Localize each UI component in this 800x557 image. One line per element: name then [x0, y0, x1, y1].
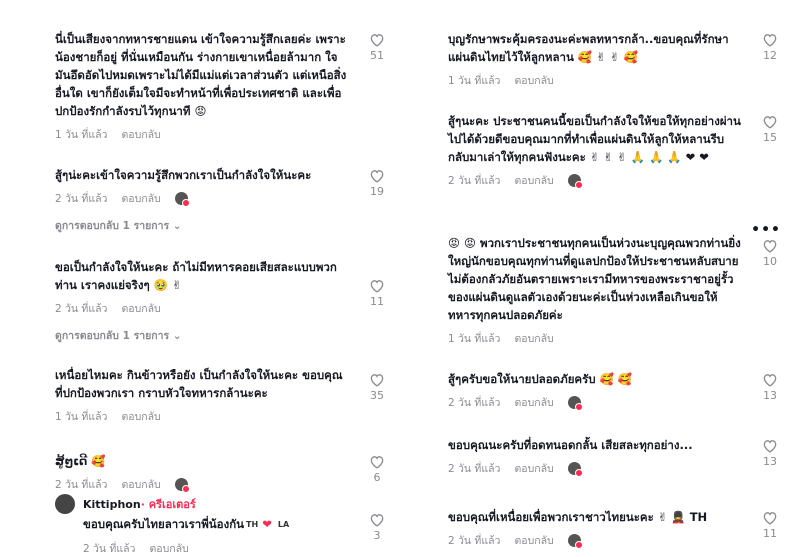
comment-item: ขอบคุณนะครับที่อดทนอดกลั้น เสียสละทุกอย่…: [448, 436, 793, 477]
heart-outline-icon: [763, 240, 777, 253]
comment-text: บุญรักษาพระคุ้มครองนะค่ะพลทหารกล้า..ขอบค…: [448, 32, 729, 64]
comment-item: เหนื่อยไหมคะ กินข้าวหรือยัง เป็นกำลังใจใ…: [55, 366, 400, 425]
reply-button[interactable]: ตอบกลับ: [121, 408, 160, 425]
comment-time: 1 วัน ที่แล้ว: [55, 411, 108, 423]
flag-la: LA: [277, 520, 290, 529]
comment-text: ขอบคุณที่เหนื่อยเพื่อพวกเราชาวไทยนะคะ ✌ …: [448, 510, 708, 524]
comment-text: สู้ๆน่ะคะเข้าใจความรู้สึกพวกเราเป็นกำลัง…: [55, 168, 312, 182]
flag-th: TH: [246, 520, 259, 529]
creator-liked-avatar: [174, 478, 190, 493]
comment-time: 2 วัน ที่แล้ว: [448, 175, 501, 187]
like-button[interactable]: 19: [364, 168, 390, 198]
like-count: 13: [763, 455, 777, 468]
heart-outline-icon: [370, 514, 384, 527]
like-button[interactable]: 11: [364, 278, 390, 308]
like-button[interactable]: 35: [364, 372, 390, 402]
comment-item: ขอบคุณที่เหนื่อยเพื่อพวกเราชาวไทยนะคะ ✌ …: [448, 508, 793, 549]
view-replies-button[interactable]: ดูการตอบกลับ 1 รายการ ⌄: [55, 327, 350, 344]
like-count: 6: [373, 471, 381, 484]
like-count: 12: [763, 49, 777, 62]
comment-text: ขอเป็นกำลังใจให้นะคะ ถ้าไม่มีทหารคอยเสีย…: [55, 260, 337, 292]
comment-item: สู้ๆครับขอให้นายปลอดภัยครับ 🥰 🥰 2 วัน ที…: [448, 370, 793, 411]
like-count: 15: [763, 131, 777, 144]
comment-text: เหนื่อยไหมคะ กินข้าวหรือยัง เป็นกำลังใจใ…: [55, 368, 343, 400]
comment-time: 2 วัน ที่แล้ว: [55, 193, 108, 205]
like-count: 11: [763, 527, 777, 540]
like-count: 35: [370, 389, 384, 402]
creator-reply: Kittiphon · ครีเอเตอร์ ขอบคุณครับไทยลาวเ…: [55, 494, 400, 557]
reply-button[interactable]: ตอบกลับ: [514, 532, 553, 549]
comment-time: 2 วัน ที่แล้ว: [448, 397, 501, 409]
like-button[interactable]: 13: [757, 438, 783, 468]
heart-outline-icon: [763, 34, 777, 47]
reply-button[interactable]: ตอบกลับ: [121, 126, 160, 143]
comment-text: 😡 😡 พวกเราประชาชนทุกคนเป็นห่วงนะบุญคุณพว…: [448, 236, 741, 322]
like-count: 51: [370, 49, 384, 62]
comment-text: ขอบคุณนะครับที่อดทนอดกลั้น เสียสละทุกอย่…: [448, 438, 693, 452]
reply-button[interactable]: ตอบกลับ: [121, 476, 160, 493]
comment-time: 2 วัน ที่แล้ว: [55, 479, 108, 491]
reply-button[interactable]: ตอบกลับ: [121, 190, 160, 207]
like-button[interactable]: 12: [757, 32, 783, 62]
reply-button[interactable]: ตอบกลับ: [149, 540, 188, 557]
comment-text: นี่เป็นเสียงจากทหารชายแดน เข้าใจความรู้ส…: [55, 32, 347, 118]
comment-time: 2 วัน ที่แล้ว: [83, 543, 136, 555]
creator-liked-avatar: [567, 462, 583, 477]
like-count: 10: [763, 255, 777, 268]
like-button[interactable]: 15: [757, 114, 783, 144]
comment-item: นี่เป็นเสียงจากทหารชายแดน เข้าใจความรู้ส…: [55, 30, 400, 143]
comment-time: 1 วัน ที่แล้ว: [448, 333, 501, 345]
comment-item: สู้ๆน่ะคะเข้าใจความรู้สึกพวกเราเป็นกำลัง…: [55, 166, 400, 234]
reply-button[interactable]: ตอบกลับ: [514, 460, 553, 477]
like-count: 11: [370, 295, 384, 308]
reply-text: ขอบคุณครับไทยลาวเราพี่น้องกัน TH ❤ LA: [83, 516, 400, 534]
like-button[interactable]: 11: [757, 510, 783, 540]
comment-text: สู้ๆครับขอให้นายปลอดภัยครับ 🥰 🥰: [448, 372, 633, 386]
reply-text-body: ขอบคุณครับไทยลาวเราพี่น้องกัน: [83, 517, 245, 531]
heart-outline-icon: [370, 456, 384, 469]
comment-item: 😡 😡 พวกเราประชาชนทุกคนเป็นห่วงนะบุญคุณพว…: [448, 234, 793, 347]
comment-time: 1 วัน ที่แล้ว: [55, 129, 108, 141]
like-count: 3: [373, 529, 381, 542]
like-button[interactable]: 10: [757, 238, 783, 268]
like-button[interactable]: 13: [757, 372, 783, 402]
comment-item: บุญรักษาพระคุ้มครองนะค่ะพลทหารกล้า..ขอบค…: [448, 30, 793, 89]
heart-outline-icon: [763, 440, 777, 453]
heart-outline-icon: [370, 374, 384, 387]
comment-time: 2 วัน ที่แล้ว: [448, 463, 501, 475]
creator-liked-avatar: [567, 534, 583, 549]
heart-outline-icon: [763, 116, 777, 129]
heart-outline-icon: [763, 512, 777, 525]
avatar[interactable]: [55, 494, 75, 514]
heart-emoji-icon: ❤: [262, 517, 272, 531]
heart-outline-icon: [370, 34, 384, 47]
like-count: 13: [763, 389, 777, 402]
comment-text: สู้ๆนะคะ ประชาชนคนนี้ขอเป็นกำลังใจให้ขอใ…: [448, 114, 741, 164]
creator-liked-avatar: [174, 192, 190, 207]
like-button[interactable]: 51: [364, 32, 390, 62]
reply-button[interactable]: ตอบกลับ: [514, 72, 553, 89]
creator-liked-avatar: [567, 396, 583, 411]
reply-author-name[interactable]: Kittiphon: [83, 498, 141, 511]
comment-text: ສູ້ໆເດີ 🥰: [55, 454, 106, 468]
heart-outline-icon: [370, 280, 384, 293]
comment-time: 2 วัน ที่แล้ว: [448, 535, 501, 547]
comment-item: ขอเป็นกำลังใจให้นะคะ ถ้าไม่มีทหารคอยเสีย…: [55, 258, 400, 344]
like-count: 19: [370, 185, 384, 198]
creator-badge: · ครีเอเตอร์: [140, 498, 196, 511]
comment-item: ສູ້ໆເດີ 🥰 2 วัน ที่แล้ว ตอบกลับ 6: [55, 452, 400, 493]
reply-button[interactable]: ตอบกลับ: [514, 330, 553, 347]
reply-button[interactable]: ตอบกลับ: [121, 300, 160, 317]
reply-button[interactable]: ตอบกลับ: [514, 394, 553, 411]
creator-liked-avatar: [567, 174, 583, 189]
heart-outline-icon: [763, 374, 777, 387]
comment-time: 1 วัน ที่แล้ว: [448, 75, 501, 87]
comment-item: สู้ๆนะคะ ประชาชนคนนี้ขอเป็นกำลังใจให้ขอใ…: [448, 112, 793, 189]
like-button[interactable]: 3: [364, 512, 390, 542]
reply-button[interactable]: ตอบกลับ: [514, 172, 553, 189]
heart-outline-icon: [370, 170, 384, 183]
comment-time: 2 วัน ที่แล้ว: [55, 303, 108, 315]
like-button[interactable]: 6: [364, 454, 390, 484]
view-replies-button[interactable]: ดูการตอบกลับ 1 รายการ ⌄: [55, 217, 350, 234]
